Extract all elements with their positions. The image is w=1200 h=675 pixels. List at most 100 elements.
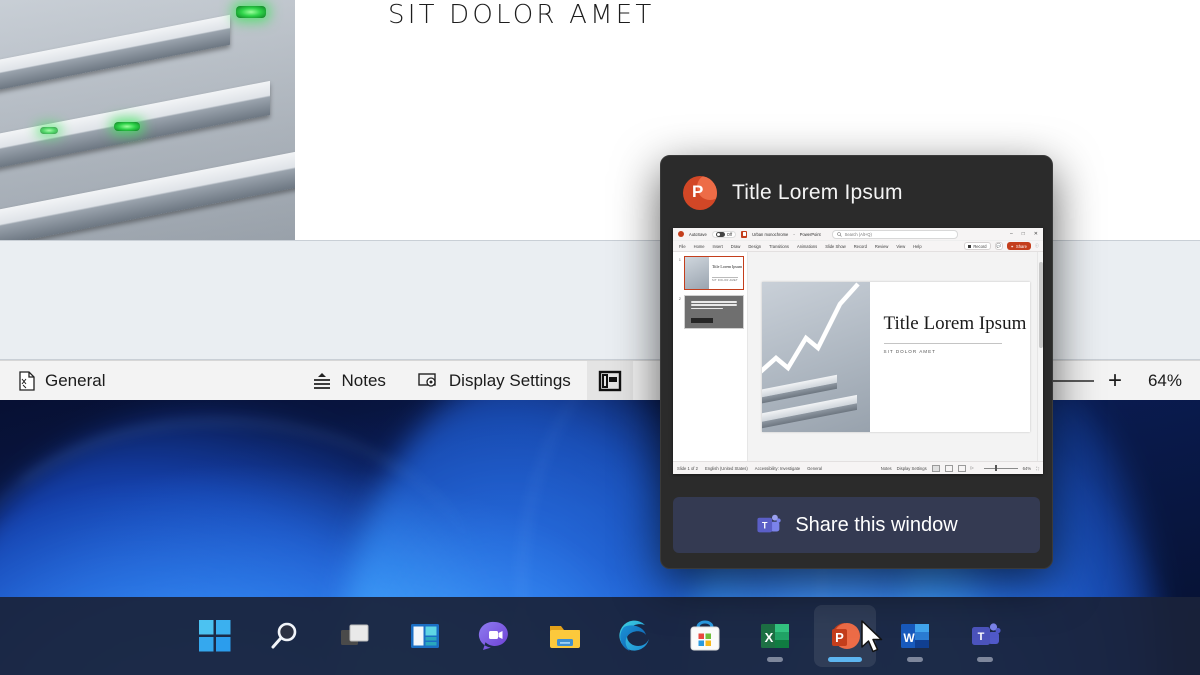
comments-button[interactable]: 💬 xyxy=(994,242,1003,250)
mouse-cursor xyxy=(861,620,883,653)
notes-label[interactable]: Notes xyxy=(881,466,892,471)
autosave-dot-icon xyxy=(678,231,684,237)
preview-body: 1 Title Lorem Ipsum SIT DOLOR AMET 2 Tit… xyxy=(673,252,1043,461)
share-icon: ⚭ xyxy=(1010,243,1014,249)
ribbon-tab-transitions[interactable]: Transitions xyxy=(769,244,789,249)
word-button[interactable]: W xyxy=(884,605,946,667)
status-display-settings[interactable]: Display Settings xyxy=(402,361,587,400)
view-reading-button[interactable] xyxy=(957,464,966,472)
window-controls: – □ ✕ xyxy=(1010,231,1043,237)
background-slide-subtitle: SIT DOLOR AMET xyxy=(388,0,655,30)
slide-thumbnail-panel[interactable]: 1 Title Lorem Ipsum SIT DOLOR AMET 2 xyxy=(673,252,748,461)
slide-counter: Slide 1 of 2 xyxy=(677,465,698,471)
teams-button[interactable]: T xyxy=(954,605,1016,667)
status-theme[interactable]: General xyxy=(0,361,121,400)
ribbon-tab-insert[interactable]: Insert xyxy=(713,244,723,249)
zoom-level-label[interactable]: 64% xyxy=(1023,466,1031,471)
slide-photo-stairs xyxy=(761,281,870,432)
active-indicator xyxy=(828,657,862,662)
preview-scrollbar[interactable] xyxy=(1037,252,1043,461)
slide-rule xyxy=(883,342,1002,344)
status-notes[interactable]: Notes xyxy=(296,361,401,400)
svg-text:T: T xyxy=(762,520,768,530)
ribbon-tab-help[interactable]: Help xyxy=(913,244,921,249)
theme-label[interactable]: General xyxy=(807,466,822,471)
thumbnail-row[interactable]: 2 xyxy=(676,295,744,329)
view-sorter-button[interactable] xyxy=(944,464,953,472)
save-icon[interactable] xyxy=(741,230,748,238)
ribbon-tab-record[interactable]: Record xyxy=(854,244,867,249)
view-normal-button[interactable] xyxy=(931,464,940,472)
preview-separator: - xyxy=(793,231,795,237)
edge-button[interactable] xyxy=(604,605,666,667)
view-normal-button[interactable] xyxy=(586,361,633,400)
minimize-button[interactable]: – xyxy=(1010,231,1013,237)
zoom-slider[interactable] xyxy=(983,465,1018,471)
ribbon-tab-draw[interactable]: Draw xyxy=(731,244,741,249)
autosave-toggle[interactable]: Off xyxy=(711,230,737,238)
slide-thumbnail-1[interactable]: Title Lorem Ipsum SIT DOLOR AMET xyxy=(684,256,744,290)
ribbon-tab-review[interactable]: Review xyxy=(875,244,888,249)
widgets-icon xyxy=(411,624,439,648)
thumbnail-number: 2 xyxy=(678,296,681,301)
zoom-knob[interactable] xyxy=(994,465,997,471)
view-slideshow-button[interactable]: ▷ xyxy=(971,465,979,472)
ribbon-tab-animations[interactable]: Animations xyxy=(797,244,817,249)
running-indicator xyxy=(977,657,993,662)
language-label[interactable]: English (United States) xyxy=(705,466,748,471)
slide-thumbnail-2[interactable] xyxy=(684,295,744,329)
zoom-level-label[interactable]: 64% xyxy=(1136,371,1182,391)
start-button[interactable] xyxy=(184,605,246,667)
thumbnail-rule xyxy=(712,277,738,278)
share-button[interactable]: ⚭ Share xyxy=(1006,242,1031,250)
zoom-in-button[interactable]: + xyxy=(1108,368,1122,393)
display-settings-label[interactable]: Display Settings xyxy=(897,466,927,471)
powerpoint-icon: P xyxy=(832,623,860,649)
file-explorer-button[interactable] xyxy=(534,605,596,667)
scrollbar-thumb[interactable] xyxy=(1039,262,1043,348)
status-display-settings-label: Display Settings xyxy=(448,370,571,390)
current-slide[interactable]: Title Lorem Ipsum SIT DOLOR AMET xyxy=(761,281,1030,432)
ribbon-tab-file[interactable]: File xyxy=(679,244,686,249)
thumbnail-caption-box xyxy=(691,318,713,323)
fit-to-window-icon[interactable]: ⛶ xyxy=(1036,466,1039,471)
search-input[interactable]: Search (Alt+Q) xyxy=(831,229,958,239)
running-indicator xyxy=(767,657,783,662)
share-this-window-button[interactable]: T Share this window xyxy=(673,497,1040,553)
excel-button[interactable]: X xyxy=(744,605,806,667)
thumbnail-text-lines xyxy=(691,301,737,311)
accessibility-label[interactable]: Accessibility: Investigate xyxy=(755,466,800,471)
search-icon xyxy=(271,622,297,649)
svg-text:P: P xyxy=(835,630,844,645)
widgets-button[interactable] xyxy=(394,605,456,667)
task-view-button[interactable] xyxy=(324,605,386,667)
ribbon-tab-home[interactable]: Home xyxy=(694,244,705,249)
preview-ribbon-tabs: File Home Insert Draw Design Transitions Anima… xyxy=(673,241,1043,252)
record-button[interactable]: Record xyxy=(964,242,991,250)
ribbon-right-actions: Record 💬 ⚭ Share ⓘ xyxy=(964,242,1043,250)
ribbon-tab-design[interactable]: Design xyxy=(748,244,761,249)
thumbnail-title: Title Lorem Ipsum xyxy=(712,264,743,269)
slide-title: Title Lorem Ipsum xyxy=(883,312,1027,334)
search-button[interactable] xyxy=(254,605,316,667)
chat-button[interactable] xyxy=(464,605,526,667)
store-button[interactable] xyxy=(674,605,736,667)
window-preview-thumbnail[interactable]: AutoSave Off Urban monochrome - PowerPoi… xyxy=(673,228,1043,474)
notes-icon xyxy=(314,372,331,389)
close-button[interactable]: ✕ xyxy=(1034,231,1038,237)
ribbon-options-icon[interactable]: ⓘ xyxy=(1035,243,1039,249)
autosave-state: Off xyxy=(726,231,733,237)
taskbar: X P W T xyxy=(0,597,1200,675)
thumbnail-number: 1 xyxy=(678,257,681,262)
slide-text-block: Title Lorem Ipsum SIT DOLOR AMET xyxy=(870,282,1030,432)
thumbnail-row[interactable]: 1 Title Lorem Ipsum SIT DOLOR AMET xyxy=(676,256,744,290)
task-view-icon xyxy=(341,624,369,645)
folder-icon xyxy=(550,626,580,648)
maximize-button[interactable]: □ xyxy=(1022,231,1025,237)
svg-text:W: W xyxy=(903,631,915,645)
toggle-icon xyxy=(715,231,725,237)
ribbon-tab-view[interactable]: View xyxy=(896,244,905,249)
search-icon xyxy=(836,231,842,237)
ribbon-tab-slide-show[interactable]: Slide Show xyxy=(825,244,845,249)
slide-editing-stage[interactable]: Title Lorem Ipsum SIT DOLOR AMET xyxy=(748,252,1043,461)
